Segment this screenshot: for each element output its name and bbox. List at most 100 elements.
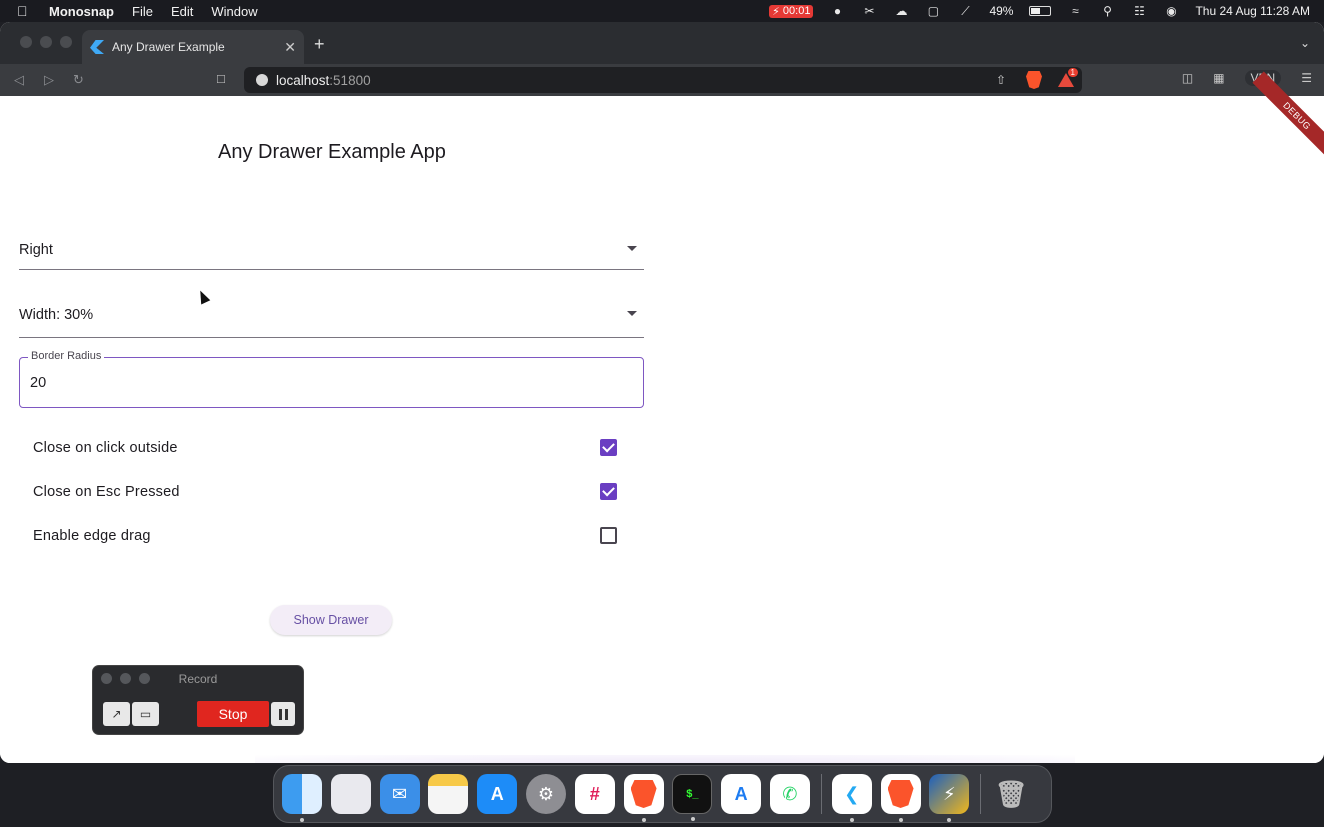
- drawer-width-dropdown[interactable]: Width: 30%: [19, 292, 644, 338]
- dock-separator: [820, 774, 822, 814]
- minimize-window-button[interactable]: [40, 36, 52, 48]
- menu-app-name[interactable]: Monosnap: [49, 4, 114, 19]
- cloud-icon[interactable]: ☁: [893, 4, 909, 18]
- system-settings-icon[interactable]: ⚙: [525, 774, 566, 814]
- running-indicator: [898, 818, 903, 822]
- battery-icon[interactable]: [1029, 6, 1052, 16]
- sidebar-icon[interactable]: ◫: [1182, 71, 1193, 85]
- page-title: Any Drawer Example App: [218, 141, 446, 163]
- close-on-esc-label: Close on Esc Pressed: [33, 484, 180, 500]
- launchpad-icon[interactable]: [330, 774, 371, 814]
- border-radius-field[interactable]: Border Radius 20: [19, 350, 644, 408]
- brave-browser-icon[interactable]: [623, 774, 664, 822]
- url-port: :51800: [329, 72, 371, 88]
- instruments-icon[interactable]: A: [721, 774, 762, 814]
- scissors-icon[interactable]: ✂: [861, 4, 877, 18]
- wallet-icon[interactable]: ▦: [1213, 71, 1224, 85]
- enable-edge-drag-label: Enable edge drag: [33, 528, 151, 544]
- trash-icon[interactable]: 🗑: [991, 774, 1031, 814]
- reload-icon[interactable]: ↻: [73, 72, 84, 88]
- running-indicator: [641, 818, 646, 822]
- brave-shields-icon[interactable]: [1026, 71, 1042, 89]
- flutter-favicon-icon: [90, 40, 104, 54]
- record-title: Record: [178, 672, 218, 686]
- close-on-esc-row[interactable]: Close on Esc Pressed: [33, 477, 623, 507]
- tab-list-chevron-icon[interactable]: ⌄: [1300, 36, 1310, 50]
- slack-icon[interactable]: #: [574, 774, 615, 814]
- close-on-click-outside-label: Close on click outside: [33, 440, 178, 456]
- new-tab-button[interactable]: +: [314, 34, 325, 55]
- siri-icon[interactable]: ◉: [1163, 4, 1179, 18]
- whatsapp-icon[interactable]: ✆: [769, 774, 810, 814]
- drawer-side-value: Right: [19, 241, 53, 258]
- share-icon[interactable]: ⇧: [996, 73, 1006, 87]
- site-info-icon[interactable]: [256, 74, 268, 86]
- mail-icon[interactable]: ✉: [379, 774, 420, 814]
- close-window-button[interactable]: [20, 36, 32, 48]
- back-arrow-icon[interactable]: ◁: [14, 72, 24, 88]
- close-on-click-outside-row[interactable]: Close on click outside: [33, 433, 623, 463]
- dropdown-arrow-icon: [627, 311, 637, 316]
- running-indicator: [691, 817, 696, 821]
- url-host: localhost: [276, 72, 330, 88]
- running-indicator: [947, 818, 952, 822]
- address-toolbar: ◁ ▷ ↻ □ localhost :51800 ⇧ 1 ◫ ▦ VPN ☰: [0, 64, 1324, 96]
- pause-bar-icon: [284, 708, 288, 720]
- menu-file[interactable]: File: [132, 4, 153, 19]
- reeder-icon[interactable]: ⚡: [929, 774, 970, 822]
- battery-percent: 49%: [989, 4, 1014, 18]
- menu-bar-status-area: ⚡ 00:01 ● ✂ ☁ ▢ ⟋ 49% ≈ ⚲ ☷ ◉ Thu 24 Aug…: [769, 0, 1310, 22]
- address-bar[interactable]: localhost :51800 ⇧ 1: [244, 67, 1082, 93]
- search-icon[interactable]: ⚲: [1099, 4, 1115, 18]
- app-store-icon[interactable]: A: [477, 774, 518, 814]
- finder-icon[interactable]: [282, 774, 322, 822]
- rewards-badge: 1: [1067, 68, 1078, 77]
- border-radius-value[interactable]: 20: [30, 375, 46, 391]
- pause-bar-icon: [278, 708, 282, 720]
- drawer-width-value: Width: 30%: [19, 306, 94, 323]
- macos-dock: ✉ A ⚙ # $_ A ✆ ❮ ⚡ 🗑: [273, 765, 1052, 823]
- lightning-icon: ⚡: [772, 5, 780, 18]
- enable-edge-drag-checkbox[interactable]: [600, 527, 617, 544]
- stop-recording-button[interactable]: Stop: [197, 701, 269, 727]
- pause-recording-button[interactable]: [271, 702, 295, 726]
- maximize-window-button[interactable]: [60, 36, 72, 48]
- bolt-circle-icon[interactable]: ●: [829, 4, 845, 18]
- terminal-icon[interactable]: $_: [672, 774, 713, 821]
- bookmark-icon[interactable]: □: [217, 71, 225, 86]
- control-center-icon[interactable]: ☷: [1131, 4, 1147, 18]
- menu-window[interactable]: Window: [211, 4, 257, 19]
- border-radius-label: Border Radius: [28, 350, 105, 362]
- menu-edit[interactable]: Edit: [171, 4, 193, 19]
- notes-icon[interactable]: [428, 774, 469, 814]
- macos-menu-bar:  Monosnap File Edit Window ⚡ 00:01 ● ✂ …: [0, 0, 1324, 22]
- tab-any-drawer-example[interactable]: Any Drawer Example ✕: [82, 30, 304, 64]
- close-tab-icon[interactable]: ✕: [284, 39, 296, 56]
- app-page: DEBUG Any Drawer Example App Right Width…: [0, 71, 1324, 763]
- tab-title: Any Drawer Example: [112, 40, 225, 54]
- screen-icon[interactable]: ▢: [925, 4, 941, 18]
- rectangle-tool-icon[interactable]: ▭: [132, 702, 159, 726]
- enable-edge-drag-row[interactable]: Enable edge drag: [33, 521, 623, 551]
- record-widget: Record ↗ ▭ Stop: [92, 665, 304, 735]
- vscode-icon[interactable]: ❮: [831, 774, 872, 822]
- running-indicator: [849, 818, 854, 822]
- close-on-esc-checkbox[interactable]: [600, 483, 617, 500]
- recording-indicator[interactable]: ⚡ 00:01: [769, 4, 814, 18]
- arrow-tool-icon[interactable]: ↗: [103, 702, 130, 726]
- wifi-icon[interactable]: ≈: [1067, 4, 1083, 18]
- hamburger-menu-icon[interactable]: ☰: [1301, 71, 1312, 85]
- dock-separator: [980, 774, 982, 814]
- dock-glow: [255, 755, 1075, 763]
- drawer-side-dropdown[interactable]: Right: [19, 230, 644, 270]
- slash-icon[interactable]: ⟋: [957, 4, 973, 18]
- menu-bar-clock[interactable]: Thu 24 Aug 11:28 AM: [1195, 4, 1310, 18]
- close-on-click-outside-checkbox[interactable]: [600, 439, 617, 456]
- recording-time: 00:01: [782, 5, 811, 17]
- forward-arrow-icon[interactable]: ▷: [44, 72, 54, 88]
- running-indicator: [300, 818, 304, 822]
- show-drawer-button[interactable]: Show Drawer: [270, 605, 392, 635]
- dropdown-arrow-icon: [627, 246, 637, 251]
- brave-browser-icon[interactable]: [880, 774, 921, 822]
- apple-menu-icon[interactable]: : [17, 3, 33, 19]
